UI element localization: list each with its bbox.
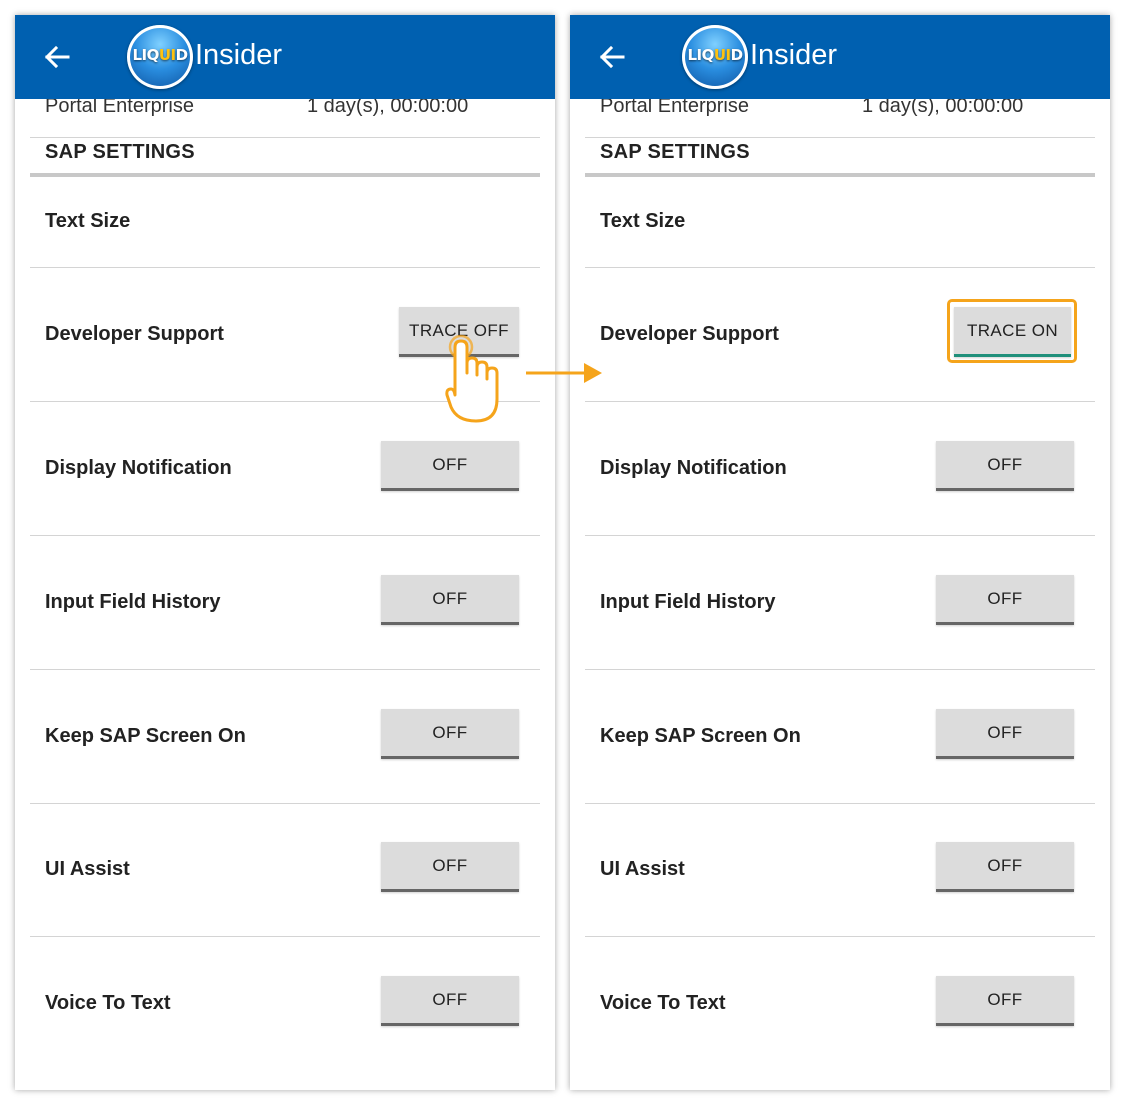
ui-assist-toggle[interactable]: OFF xyxy=(936,842,1074,892)
setting-label: UI Assist xyxy=(600,858,685,880)
input-field-history-toggle[interactable]: OFF xyxy=(381,575,519,625)
keep-screen-on-toggle[interactable]: OFF xyxy=(936,709,1074,759)
logo-text: LIQUID xyxy=(132,46,188,64)
display-notification-toggle[interactable]: OFF xyxy=(381,441,519,491)
hand-pointer-icon xyxy=(445,334,499,423)
highlight-frame xyxy=(947,299,1077,363)
setting-row-text-size[interactable]: Text Size xyxy=(585,177,1095,268)
logo-text: LIQUID xyxy=(687,46,743,64)
setting-label: Developer Support xyxy=(45,323,224,345)
divider xyxy=(30,137,540,138)
section-title: SAP SETTINGS xyxy=(45,141,195,163)
voice-to-text-toggle[interactable]: OFF xyxy=(381,976,519,1026)
input-field-history-toggle[interactable]: OFF xyxy=(936,575,1074,625)
setting-label: Input Field History xyxy=(45,591,221,613)
divider xyxy=(585,137,1095,138)
voice-to-text-toggle[interactable]: OFF xyxy=(936,976,1074,1026)
setting-label: Input Field History xyxy=(600,591,776,613)
back-arrow-icon[interactable] xyxy=(43,43,71,71)
section-title: SAP SETTINGS xyxy=(600,141,750,163)
setting-label: Text Size xyxy=(45,210,131,232)
app-title: Insider xyxy=(195,39,283,71)
setting-row-text-size[interactable]: Text Size xyxy=(30,177,540,268)
setting-label: Voice To Text xyxy=(45,992,171,1014)
setting-label: Keep SAP Screen On xyxy=(45,725,246,747)
app-bar: LIQUID Insider xyxy=(15,15,555,99)
ui-assist-toggle[interactable]: OFF xyxy=(381,842,519,892)
setting-label: Display Notification xyxy=(600,457,787,479)
arrow-right-icon xyxy=(526,363,602,383)
setting-label: Text Size xyxy=(600,210,686,232)
app-title: Insider xyxy=(750,39,838,71)
display-notification-toggle[interactable]: OFF xyxy=(936,441,1074,491)
setting-label: Voice To Text xyxy=(600,992,726,1014)
settings-screen-before: LIQUID Insider Portal Enterprise 1 day(s… xyxy=(15,15,555,1090)
setting-label: UI Assist xyxy=(45,858,130,880)
setting-label: Display Notification xyxy=(45,457,232,479)
app-bar: LIQUID Insider xyxy=(570,15,1110,99)
keep-screen-on-toggle[interactable]: OFF xyxy=(381,709,519,759)
setting-label: Keep SAP Screen On xyxy=(600,725,801,747)
back-arrow-icon[interactable] xyxy=(598,43,626,71)
setting-label: Developer Support xyxy=(600,323,779,345)
settings-screen-after: LIQUID Insider Portal Enterprise 1 day(s… xyxy=(570,15,1110,1090)
